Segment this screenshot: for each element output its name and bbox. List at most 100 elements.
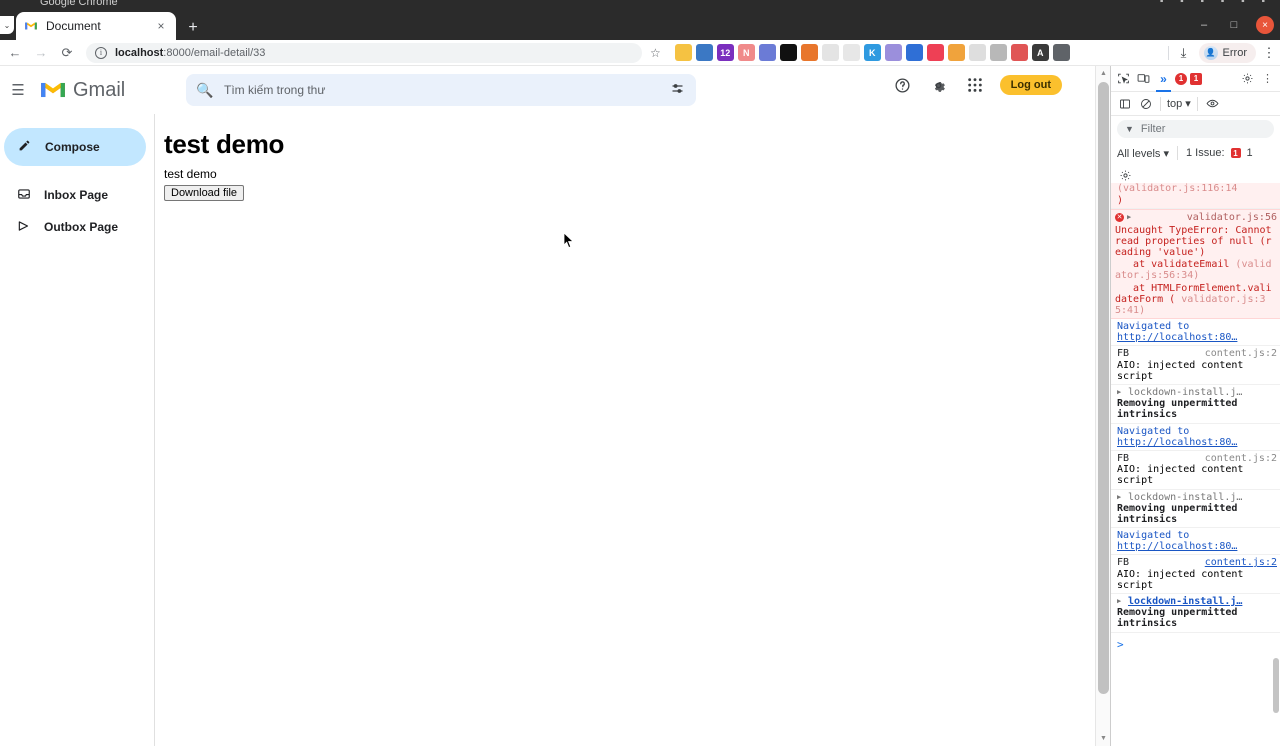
cookie-extension-icon[interactable]	[674, 44, 692, 61]
search-options-icon[interactable]	[658, 81, 696, 99]
profile-chip[interactable]: 👤 Error	[1198, 42, 1256, 63]
console-message-navigation[interactable]: Navigated to http://localhost:80…	[1111, 528, 1280, 556]
page-scrollbar[interactable]: ▲ ▼	[1095, 66, 1110, 746]
console-message-partial[interactable]: (validator.js:116:14)	[1111, 183, 1280, 210]
clear-console-icon[interactable]	[1137, 95, 1154, 112]
warning-count-badge[interactable]: 1	[1190, 72, 1202, 85]
address-bar[interactable]: i localhost:8000/email-detail/33	[86, 42, 642, 63]
settings-gear-icon[interactable]	[928, 74, 950, 96]
ghost-extension-icon[interactable]	[842, 44, 860, 61]
toolbar-divider	[1177, 146, 1178, 160]
kaspersky-extension-icon[interactable]: K	[863, 44, 881, 61]
console-source[interactable]: lockdown-install.j…	[1128, 596, 1242, 607]
download-file-button[interactable]: Download file	[164, 185, 245, 201]
console-source[interactable]: validator.js:56	[1187, 212, 1277, 223]
console-settings-gear-icon[interactable]	[1117, 167, 1134, 184]
notion-extension-icon[interactable]: N	[737, 44, 755, 61]
console-scrollbar[interactable]	[1272, 183, 1280, 723]
window-close-button[interactable]: ×	[1256, 16, 1274, 34]
compass-extension-icon[interactable]	[947, 44, 965, 61]
console-source[interactable]: content.js:2	[1205, 557, 1277, 568]
navigated-url-link[interactable]: http://localhost:80…	[1117, 332, 1277, 343]
devtools-menu-icon[interactable]: ⋮	[1259, 70, 1276, 87]
navigated-url-link[interactable]: http://localhost:80…	[1117, 541, 1277, 552]
expand-triangle-icon[interactable]: ▶	[1127, 214, 1134, 222]
console-tag: FB	[1117, 452, 1130, 464]
record-extension-icon[interactable]	[1010, 44, 1028, 61]
console-messages[interactable]: (validator.js:116:14) ✕ ▶ validator.js:56 Un…	[1111, 183, 1280, 723]
console-filter-input[interactable]: ▼ Filter	[1117, 120, 1274, 138]
console-source[interactable]: content.js:2	[1205, 453, 1277, 464]
browser-tab-document[interactable]: Document ×	[16, 12, 176, 40]
squiggle-extension-icon[interactable]	[758, 44, 776, 61]
sidebar-item-inbox-page[interactable]: Inbox Page	[0, 180, 154, 210]
console-message-log[interactable]: FB content.js:2 AIO: injected content scri…	[1111, 346, 1280, 385]
execution-context-selector[interactable]: top ▾	[1167, 97, 1191, 111]
error-count-badge[interactable]: 1	[1175, 72, 1187, 85]
logout-button[interactable]: Log out	[999, 75, 1062, 95]
console-text: Uncaught TypeError: Cannot read properti…	[1115, 224, 1272, 258]
archive-extension-icon[interactable]	[989, 44, 1007, 61]
device-toolbar-icon[interactable]	[1135, 70, 1152, 87]
fox-extension-icon[interactable]	[800, 44, 818, 61]
compose-button[interactable]: Compose	[4, 128, 146, 166]
disabled-extension-icon[interactable]	[968, 44, 986, 61]
dark-reader-extension-icon[interactable]	[779, 44, 797, 61]
expand-triangle-icon[interactable]: ▶	[1117, 388, 1124, 397]
console-source[interactable]: content.js:2	[1205, 348, 1277, 359]
navigated-url-link[interactable]: http://localhost:80…	[1117, 437, 1277, 448]
bookmark-star-icon[interactable]: ☆	[650, 46, 661, 60]
grammarly-extension-icon[interactable]: A	[1031, 44, 1049, 61]
console-text: )	[1117, 195, 1124, 207]
pocket-extension-icon[interactable]	[926, 44, 944, 61]
globe-extension-icon[interactable]	[905, 44, 923, 61]
expand-triangle-icon[interactable]: ▶	[1117, 493, 1124, 502]
search-bar[interactable]: 🔍 Tìm kiếm trong thư	[186, 74, 696, 106]
issues-label[interactable]: 1 Issue:	[1186, 147, 1225, 159]
puzzle-extension-icon[interactable]	[1052, 44, 1070, 61]
scroll-up-arrow-icon[interactable]: ▲	[1096, 66, 1111, 81]
console-source[interactable]: lockdown-install.j…	[1128, 492, 1242, 503]
downloads-icon[interactable]: ⤓	[1175, 45, 1193, 61]
console-source[interactable]: lockdown-install.j…	[1128, 387, 1242, 398]
back-button[interactable]: ←	[4, 42, 26, 64]
console-message-log[interactable]: FB content.js:2 AIO: injected content scri…	[1111, 555, 1280, 594]
console-message-navigation[interactable]: Navigated to http://localhost:80…	[1111, 319, 1280, 347]
hamburger-menu-icon[interactable]: ☰	[6, 81, 30, 99]
new-tab-button[interactable]: +	[183, 18, 203, 38]
search-input-placeholder[interactable]: Tìm kiếm trong thư	[224, 83, 658, 97]
bitwarden-extension-icon[interactable]	[695, 44, 713, 61]
chrome-menu-icon[interactable]: ⋮	[1262, 45, 1276, 61]
console-message-error[interactable]: ✕ ▶ validator.js:56 Uncaught TypeError: Can…	[1111, 209, 1280, 320]
more-panels-button[interactable]: »	[1155, 70, 1172, 92]
scroll-down-arrow-icon[interactable]: ▼	[1096, 731, 1111, 746]
expand-triangle-icon[interactable]: ▶	[1117, 597, 1124, 606]
forward-button[interactable]: →	[30, 42, 52, 64]
window-minimize-button[interactable]: –	[1196, 17, 1212, 33]
reload-button[interactable]: ⟳	[56, 42, 78, 64]
apps-grid-icon[interactable]	[964, 74, 986, 96]
console-prompt[interactable]: >	[1111, 633, 1280, 656]
console-scrollbar-thumb[interactable]	[1273, 658, 1279, 713]
console-sidebar-icon[interactable]	[1116, 95, 1133, 112]
calendar-extension-icon[interactable]: 12	[716, 44, 734, 61]
tab-search-chevron-icon[interactable]: ⌄	[0, 16, 14, 34]
site-info-icon[interactable]: i	[95, 46, 107, 59]
eye-icon[interactable]	[1204, 95, 1221, 112]
inspect-element-icon[interactable]	[1115, 70, 1132, 87]
help-icon[interactable]	[892, 74, 914, 96]
console-message-group[interactable]: ▶ lockdown-install.j… Removing unpermitted…	[1111, 490, 1280, 529]
page-scrollbar-thumb[interactable]	[1098, 82, 1109, 694]
devtools-settings-gear-icon[interactable]	[1239, 70, 1256, 87]
console-message-group[interactable]: ▶ lockdown-install.j… Removing unpermitted…	[1111, 385, 1280, 424]
console-message-navigation[interactable]: Navigated to http://localhost:80…	[1111, 424, 1280, 451]
gmail-logo[interactable]: Gmail	[40, 79, 125, 102]
sidebar-item-outbox-page[interactable]: Outbox Page	[0, 212, 154, 242]
leaf-extension-icon[interactable]	[884, 44, 902, 61]
window-maximize-button[interactable]: □	[1226, 17, 1242, 33]
log-level-selector[interactable]: All levels ▾	[1117, 147, 1169, 160]
tab-close-icon[interactable]: ×	[154, 19, 168, 33]
console-message-group[interactable]: ▶ lockdown-install.j… Removing unpermitted…	[1111, 594, 1280, 633]
console-message-log[interactable]: FB content.js:2 AIO: injected content scri…	[1111, 451, 1280, 490]
blank-extension-icon[interactable]	[821, 44, 839, 61]
